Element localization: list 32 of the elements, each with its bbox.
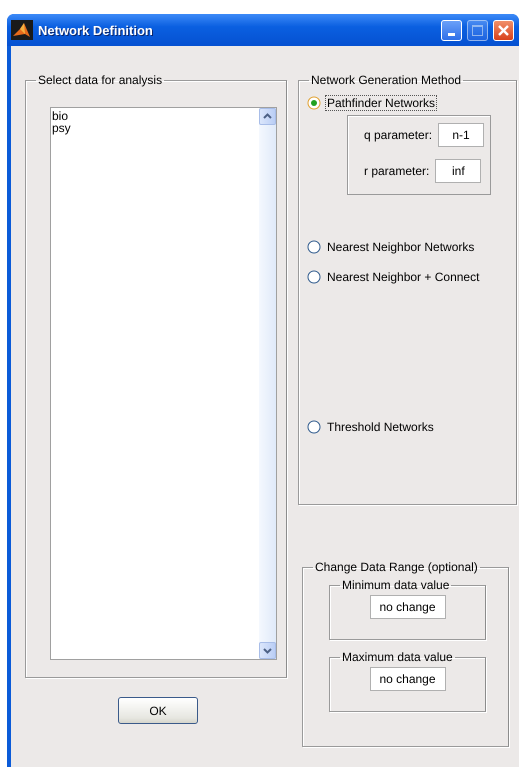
radio-button[interactable]	[307, 270, 321, 284]
radio-label: Pathfinder Networks	[325, 95, 438, 111]
radio-button[interactable]	[307, 240, 321, 254]
group-title: Minimum data value	[341, 578, 450, 592]
group-title: Network Generation Method	[310, 73, 462, 87]
group-title: Maximum data value	[341, 650, 454, 664]
ok-button[interactable]: OK	[118, 697, 198, 724]
radio-button[interactable]	[307, 420, 321, 434]
close-icon	[498, 24, 509, 36]
app-logo-icon	[11, 20, 33, 40]
parameter-label: q parameter:	[364, 128, 432, 142]
radio-label: Threshold Networks	[326, 419, 435, 435]
data-listbox[interactable]: bio psy	[50, 107, 277, 660]
input-field[interactable]: inf	[435, 159, 482, 183]
maximize-icon	[472, 24, 483, 36]
list-item[interactable]: bio	[52, 110, 258, 122]
window-title: Network Definition	[38, 22, 154, 38]
group-title: Select data for analysis	[37, 73, 164, 87]
minimize-button[interactable]	[441, 20, 462, 40]
close-button[interactable]	[493, 20, 514, 40]
maximize-button[interactable]	[467, 20, 488, 40]
parameter-label: r parameter:	[364, 164, 430, 178]
group-title: Change Data Range (optional)	[314, 560, 479, 574]
input-field[interactable]: n-1	[438, 123, 484, 147]
radio-label: Nearest Neighbor Networks	[326, 239, 476, 255]
radio-button[interactable]	[307, 96, 321, 110]
scrollbar[interactable]	[259, 108, 276, 659]
input-field[interactable]: no change	[370, 595, 446, 619]
list-item[interactable]: psy	[52, 122, 258, 134]
input-field[interactable]: no change	[370, 667, 446, 691]
radio-label: Nearest Neighbor + Connect	[326, 269, 480, 285]
minimize-icon	[448, 32, 455, 36]
